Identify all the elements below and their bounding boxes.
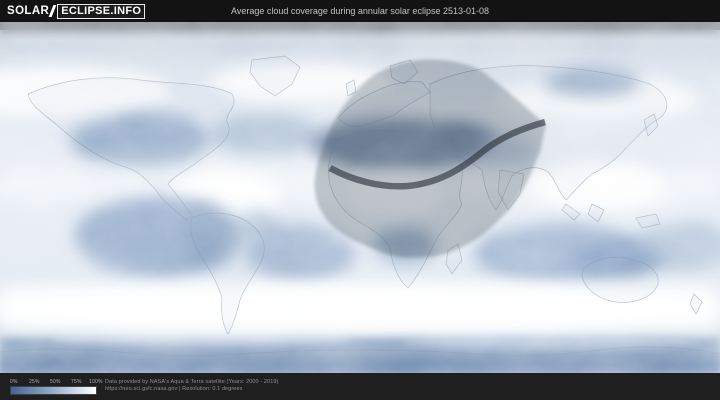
cloud-coverage-legend: 0% 25% 50% 75% 100% <box>0 373 100 400</box>
logo-text-solar: SOLAR <box>7 5 49 17</box>
legend-tick-75: 75% <box>71 379 82 385</box>
attribution-line-1: Data provided by NASA's Aqua & Terra sat… <box>105 379 278 386</box>
logo-text-eclipse-info: ECLIPSE.INFO <box>57 4 145 19</box>
page: SOLAR ECLIPSE.INFO Average cloud coverag… <box>0 0 720 400</box>
legend-tick-100: 100% <box>89 379 103 385</box>
footer-bar: 0% 25% 50% 75% 100% Data provided by NAS… <box>0 373 720 400</box>
cloud-coverage-map <box>0 22 720 373</box>
header-bar: SOLAR ECLIPSE.INFO Average cloud coverag… <box>0 0 720 22</box>
legend-tick-50: 50% <box>50 379 61 385</box>
logo-slash-icon <box>49 5 57 17</box>
legend-gradient-bar <box>10 386 97 395</box>
site-logo[interactable]: SOLAR ECLIPSE.INFO <box>7 4 145 19</box>
attribution-line-2: https://neo.sci.gsfc.nasa.gov | Resoluti… <box>105 386 278 393</box>
world-map-svg <box>0 22 720 373</box>
legend-tick-25: 25% <box>29 379 40 385</box>
data-attribution: Data provided by NASA's Aqua & Terra sat… <box>105 379 278 393</box>
legend-tick-0: 0% <box>10 379 18 385</box>
